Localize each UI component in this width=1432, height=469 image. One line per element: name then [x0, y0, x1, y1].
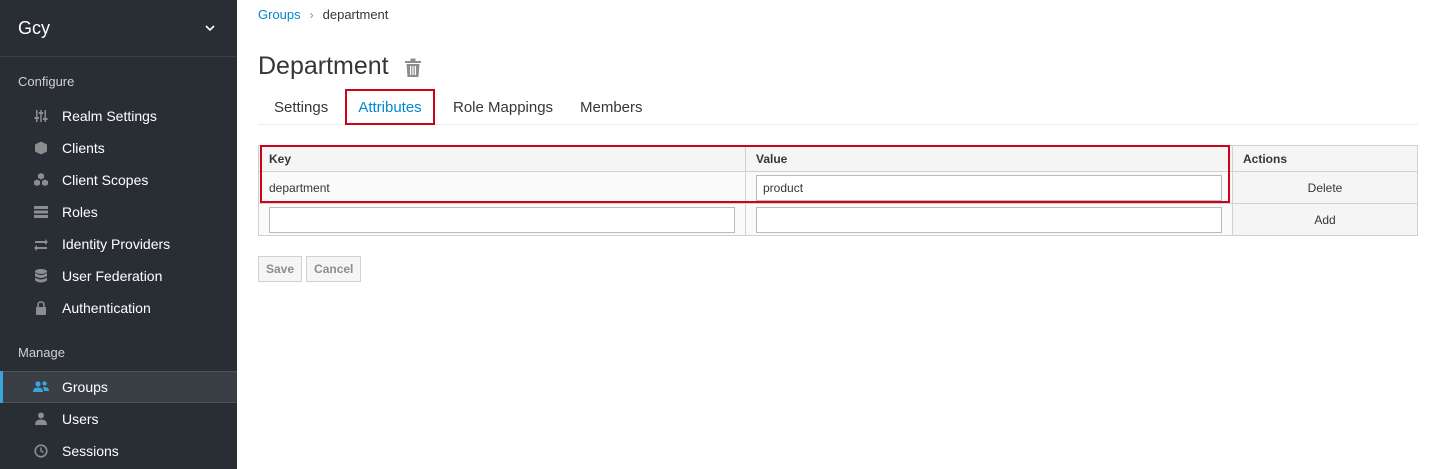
clock-icon [33, 443, 49, 459]
lock-icon [33, 300, 49, 316]
sidebar-item-user-federation[interactable]: User Federation [0, 260, 237, 292]
sidebar-item-label: User Federation [62, 268, 163, 284]
cancel-button[interactable]: Cancel [306, 256, 362, 282]
tab-attributes[interactable]: Attributes [345, 89, 435, 125]
attributes-table: Key Value Actions department Delete [258, 145, 1418, 236]
new-key-cell [258, 203, 746, 236]
sidebar-item-label: Groups [62, 379, 108, 395]
sidebar-item-sessions[interactable]: Sessions [0, 435, 237, 467]
configure-section-title: Configure [18, 74, 75, 89]
sidebar-item-identity-providers[interactable]: Identity Providers [0, 228, 237, 260]
sidebar-item-label: Sessions [62, 443, 119, 459]
manage-section-title: Manage [18, 345, 65, 360]
sidebar-item-label: Client Scopes [62, 172, 149, 188]
cube-icon [33, 140, 49, 156]
actions-column-header: Actions [1232, 145, 1418, 172]
value-column-header: Value [745, 145, 1233, 172]
page-title: Department [258, 52, 389, 80]
sidebar-item-authentication[interactable]: Authentication [0, 292, 237, 324]
sidebar-item-label: Users [62, 411, 99, 427]
breadcrumb: Groups › department [258, 7, 388, 22]
sidebar-item-groups[interactable]: Groups [0, 371, 237, 403]
sidebar-item-roles[interactable]: Roles [0, 196, 237, 228]
users-icon [33, 379, 49, 395]
sidebar-item-label: Authentication [62, 300, 151, 316]
breadcrumb-current: department [322, 7, 389, 22]
attribute-value-cell [745, 171, 1233, 204]
new-value-input[interactable] [756, 206, 1222, 233]
tab-settings[interactable]: Settings [274, 89, 328, 125]
new-key-input[interactable] [269, 206, 735, 233]
realm-name: Gcy [18, 17, 51, 38]
table-row: department Delete [258, 171, 1418, 204]
sidebar-item-users[interactable]: Users [0, 403, 237, 435]
delete-button[interactable]: Delete [1232, 171, 1418, 204]
sidebar-item-realm-settings[interactable]: Realm Settings [0, 100, 237, 132]
exchange-icon [33, 236, 49, 252]
add-button[interactable]: Add [1232, 203, 1418, 236]
configure-nav: Realm Settings Clients Client Scopes Rol… [0, 100, 237, 324]
manage-nav: Groups Users Sessions [0, 371, 237, 467]
new-value-cell [745, 203, 1233, 236]
attribute-value-input[interactable] [756, 174, 1222, 201]
save-button[interactable]: Save [258, 256, 303, 282]
breadcrumb-groups-link[interactable]: Groups [258, 7, 301, 22]
user-icon [33, 411, 49, 427]
sidebar-item-label: Identity Providers [62, 236, 171, 252]
list-icon [33, 204, 49, 220]
sidebar-item-clients[interactable]: Clients [0, 132, 237, 164]
table-header-row: Key Value Actions [258, 145, 1418, 172]
breadcrumb-separator: › [309, 7, 314, 22]
chevron-down-icon [205, 25, 215, 32]
form-buttons: Save Cancel [258, 256, 362, 282]
sliders-icon [33, 108, 49, 124]
sidebar-item-label: Clients [62, 140, 105, 156]
sidebar-item-label: Realm Settings [62, 108, 157, 124]
sidebar-item-label: Roles [62, 204, 98, 220]
new-attribute-row: Add [258, 203, 1418, 236]
tab-role-mappings[interactable]: Role Mappings [453, 89, 553, 125]
sidebar: Gcy Configure Realm Settings Clients Cli… [0, 0, 237, 469]
database-icon [33, 268, 49, 284]
realm-selector[interactable]: Gcy [0, 0, 237, 57]
key-column-header: Key [258, 145, 746, 172]
attribute-key: department [258, 171, 746, 204]
sidebar-item-client-scopes[interactable]: Client Scopes [0, 164, 237, 196]
tab-members[interactable]: Members [580, 89, 643, 125]
trash-icon[interactable] [404, 58, 422, 78]
cubes-icon [33, 172, 49, 188]
tab-bar: Settings Attributes Role Mappings Member… [258, 89, 1418, 125]
